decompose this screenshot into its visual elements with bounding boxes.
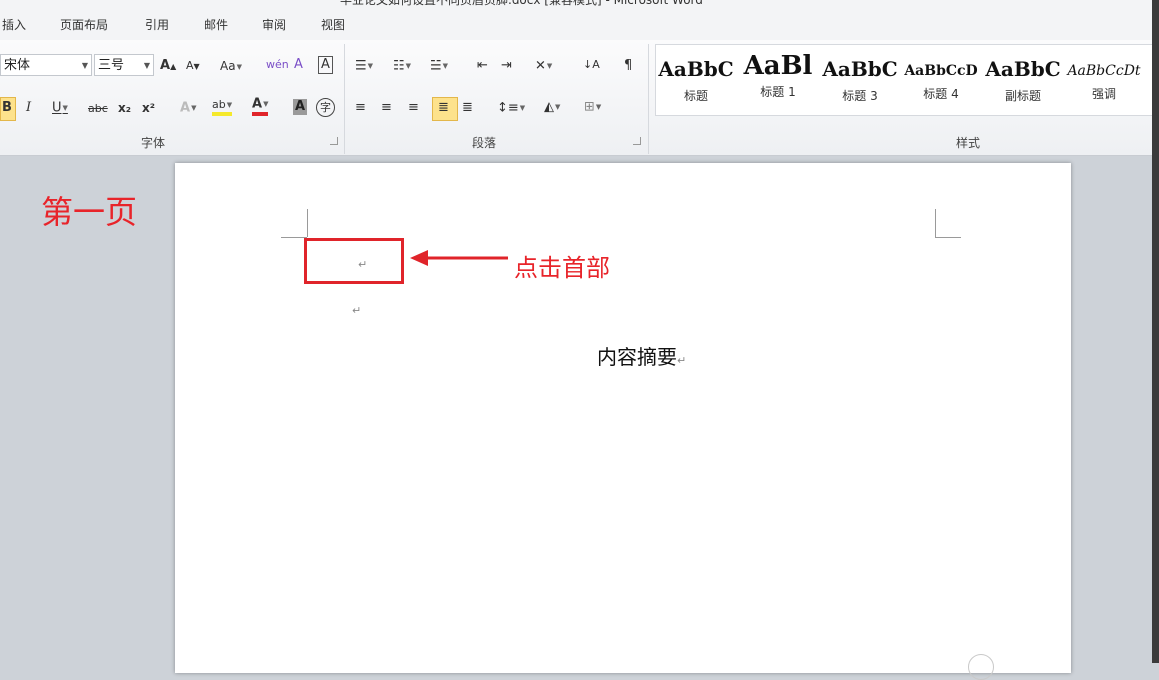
style-name: 强调 <box>1091 87 1116 101</box>
style-preview: AaBbCcDt <box>1067 63 1141 79</box>
font-size-value: 三号 <box>98 58 125 73</box>
strikethrough-button[interactable]: abc <box>88 101 108 117</box>
styles-gallery: AaBbC 标题 AaBl 标题 1 AaBbC 标题 3 AaBbCcD 标题… <box>655 44 1154 116</box>
window-title: 毕业论文如何设置不同页眉页脚.docx [兼容模式] - Microsoft W… <box>340 0 703 7</box>
font-dialog-launcher-icon[interactable] <box>330 137 338 145</box>
abstract-heading-text: 内容摘要 <box>597 345 677 369</box>
char-shading-button[interactable]: A <box>293 99 308 115</box>
style-name: 标题 <box>683 89 708 103</box>
show-marks-button[interactable]: ¶ <box>624 58 632 74</box>
abstract-heading[interactable]: 内容摘要↵ <box>597 341 686 370</box>
paragraph-mark[interactable]: ↵ <box>352 304 361 317</box>
numbering-button[interactable]: ☷▼ <box>393 58 411 75</box>
increase-indent-button[interactable]: ⇥ <box>501 58 512 74</box>
superscript-button[interactable]: x² <box>142 100 155 116</box>
shading-button[interactable]: ◭▼ <box>544 99 560 116</box>
chevron-down-icon: ▼ <box>81 61 88 70</box>
group-divider <box>648 44 649 154</box>
menu-bar: 插入 页面布局 引用 邮件 审阅 视图 <box>0 8 1152 40</box>
watermark-logo <box>968 654 994 680</box>
change-case-icon: Aa <box>220 59 236 73</box>
style-heading-4[interactable]: AaBbCcD 标题 4 <box>901 45 981 115</box>
sort-button[interactable]: ↓A <box>583 57 600 73</box>
style-name: 标题 3 <box>842 89 878 103</box>
style-preview: AaBbCcD <box>904 63 978 79</box>
window-frame-edge <box>1152 0 1159 663</box>
bullets-button[interactable]: ☰▼ <box>355 58 373 75</box>
text-effects-icon: A <box>180 100 191 116</box>
shrink-font-button[interactable]: A▼ <box>186 58 200 75</box>
underline-icon: U <box>52 100 62 116</box>
borders-button[interactable]: ⊞▼ <box>584 99 601 116</box>
font-size-dropdown[interactable]: 三号 ▼ <box>94 54 154 76</box>
paragraph-dialog-launcher-icon[interactable] <box>633 137 641 145</box>
header-highlight-box <box>304 238 404 284</box>
char-border-button[interactable]: A <box>318 56 333 74</box>
style-heading-3[interactable]: AaBbC 标题 3 <box>820 45 900 115</box>
ribbon: 宋体 ▼ 三号 ▼ A▲ A▼ Aa▼ wén A A B I U▼ abc x… <box>0 40 1154 156</box>
style-subtitle[interactable]: AaBbC 副标题 <box>983 45 1063 115</box>
chinese-layout-button[interactable]: ✕▼ <box>535 58 552 75</box>
style-name: 副标题 <box>1004 89 1041 103</box>
shrink-font-icon: A <box>186 59 194 72</box>
phonetic-guide-button[interactable]: wén <box>266 57 289 73</box>
multilevel-list-button[interactable]: ☱▼ <box>430 58 448 75</box>
distributed-button[interactable]: ≣ <box>462 100 473 116</box>
char-border-icon: A <box>321 57 330 72</box>
font-name-dropdown[interactable]: 宋体 ▼ <box>0 54 92 76</box>
style-name: 标题 1 <box>760 85 796 99</box>
enclose-chars-icon: A <box>294 57 303 72</box>
menu-mailings[interactable]: 邮件 <box>204 16 228 33</box>
arrow-left-icon <box>410 250 508 266</box>
text-effects-button[interactable]: A▼ <box>180 100 196 117</box>
click-header-label: 点击首部 <box>514 254 610 282</box>
subscript-button[interactable]: x₂ <box>118 100 131 116</box>
paragraph-mark: ↵ <box>677 354 687 367</box>
decrease-indent-button[interactable]: ⇤ <box>477 58 488 74</box>
menu-insert[interactable]: 插入 <box>2 16 26 33</box>
bold-icon: B <box>2 100 12 115</box>
menu-view[interactable]: 视图 <box>321 16 345 33</box>
menu-references[interactable]: 引用 <box>145 16 169 33</box>
align-center-button[interactable]: ≡ <box>381 100 392 116</box>
enclose-chars-button[interactable]: A <box>294 57 303 73</box>
change-case-button[interactable]: Aa▼ <box>220 58 242 75</box>
group-divider <box>344 44 345 154</box>
style-preview: AaBbC <box>985 57 1061 81</box>
crop-mark <box>935 209 936 237</box>
line-spacing-button[interactable]: ↕≡▼ <box>497 100 525 117</box>
paragraph-group-label: 段落 <box>472 136 497 150</box>
underline-button[interactable]: U▼ <box>52 100 68 117</box>
font-color-button[interactable]: A▼ <box>252 96 269 116</box>
style-preview: AaBbC <box>658 57 734 81</box>
crop-mark <box>935 237 961 238</box>
font-group-label: 字体 <box>141 136 166 150</box>
enclose-circle-button[interactable]: 字 <box>316 98 335 117</box>
phonetic-icon: wén <box>266 58 289 71</box>
highlight-button[interactable]: ab▼ <box>212 98 233 116</box>
font-name-value: 宋体 <box>4 58 31 73</box>
style-preview: AaBl <box>743 51 813 81</box>
crop-mark <box>307 209 308 237</box>
title-bar: 毕业论文如何设置不同页眉页脚.docx [兼容模式] - Microsoft W… <box>0 0 1159 8</box>
style-heading-1[interactable]: AaBl 标题 1 <box>738 45 818 115</box>
page-one-label: 第一页 <box>41 193 138 231</box>
styles-group-label: 样式 <box>956 136 981 150</box>
chevron-down-icon: ▼ <box>143 61 150 70</box>
align-left-button[interactable]: ≡ <box>355 100 366 116</box>
justify-icon: ≣ <box>438 100 449 115</box>
align-right-button[interactable]: ≡ <box>408 100 419 116</box>
style-preview: AaBbC <box>822 57 898 81</box>
font-color-icon: A <box>252 96 263 112</box>
style-emphasis[interactable]: AaBbCcDt 强调 <box>1064 45 1144 115</box>
style-title[interactable]: AaBbC 标题 <box>656 45 736 115</box>
grow-font-icon: A <box>160 58 171 73</box>
style-name: 标题 4 <box>923 87 959 101</box>
italic-button[interactable]: I <box>26 100 31 116</box>
highlight-icon: ab <box>212 98 226 111</box>
menu-page-layout[interactable]: 页面布局 <box>60 16 108 33</box>
menu-review[interactable]: 审阅 <box>262 16 286 33</box>
grow-font-button[interactable]: A▲ <box>160 58 176 75</box>
